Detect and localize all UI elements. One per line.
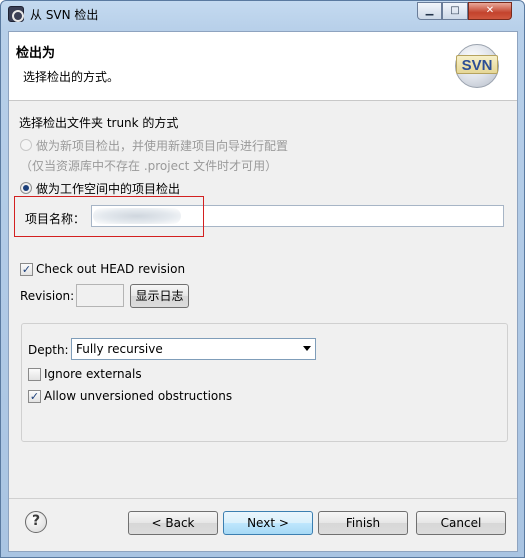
ignore-externals-checkbox[interactable] bbox=[28, 368, 41, 381]
checkout-head-checkbox[interactable]: ✓ bbox=[20, 263, 33, 276]
new-project-note: （仅当资源库中不存在 .project 文件时才可用） bbox=[20, 159, 278, 173]
page-description: 选择检出的方式。 bbox=[23, 70, 120, 84]
revision-label: Revision: bbox=[20, 289, 75, 303]
page-title: 检出为 bbox=[16, 46, 56, 61]
checkout-method-label: 选择检出文件夹 trunk 的方式 bbox=[19, 116, 179, 130]
radio-new-project-label: 做为新项目检出，并使用新建项目向导进行配置 bbox=[36, 139, 289, 153]
depth-selected-value: Fully recursive bbox=[76, 342, 163, 356]
depth-select[interactable]: Fully recursive bbox=[71, 338, 316, 360]
allow-unversioned-label: Allow unversioned obstructions bbox=[44, 389, 233, 403]
show-log-button[interactable]: 显示日志 bbox=[130, 284, 189, 308]
dialog-window: 从 SVN 检出 ▁ □ ✕ 检出为 选择检出的方式。 SVN 选择检出文件夹 … bbox=[0, 0, 525, 558]
help-icon[interactable]: ? bbox=[25, 511, 47, 533]
radio-workspace-project[interactable] bbox=[20, 182, 32, 194]
minimize-button[interactable]: ▁ bbox=[417, 2, 442, 20]
app-icon bbox=[8, 6, 24, 22]
wizard-header: 检出为 选择检出的方式。 SVN bbox=[9, 32, 517, 101]
dialog-content: 检出为 选择检出的方式。 SVN 选择检出文件夹 trunk 的方式 做为新项目… bbox=[8, 31, 518, 552]
svn-logo-label: SVN bbox=[456, 55, 498, 74]
title-bar[interactable]: 从 SVN 检出 ▁ □ ✕ bbox=[1, 1, 524, 27]
maximize-button[interactable]: □ bbox=[442, 2, 468, 20]
annotation-highlight bbox=[14, 196, 204, 237]
depth-label: Depth: bbox=[28, 343, 69, 357]
chevron-down-icon bbox=[303, 346, 311, 351]
allow-unversioned-checkbox[interactable]: ✓ bbox=[28, 390, 41, 403]
finish-button[interactable]: Finish bbox=[318, 511, 408, 535]
window-title: 从 SVN 检出 bbox=[30, 8, 99, 22]
revision-input[interactable] bbox=[76, 284, 124, 307]
svn-logo-icon: SVN bbox=[453, 42, 501, 90]
checkout-head-label: Check out HEAD revision bbox=[36, 262, 186, 276]
footer-separator bbox=[9, 498, 517, 499]
radio-workspace-project-label: 做为工作空间中的项目检出 bbox=[36, 182, 181, 196]
back-button[interactable]: < Back bbox=[128, 511, 218, 535]
next-button[interactable]: Next > bbox=[223, 511, 313, 535]
radio-new-project[interactable] bbox=[20, 139, 32, 151]
ignore-externals-label: Ignore externals bbox=[44, 367, 142, 381]
cancel-button[interactable]: Cancel bbox=[416, 511, 506, 535]
close-button[interactable]: ✕ bbox=[468, 2, 512, 20]
